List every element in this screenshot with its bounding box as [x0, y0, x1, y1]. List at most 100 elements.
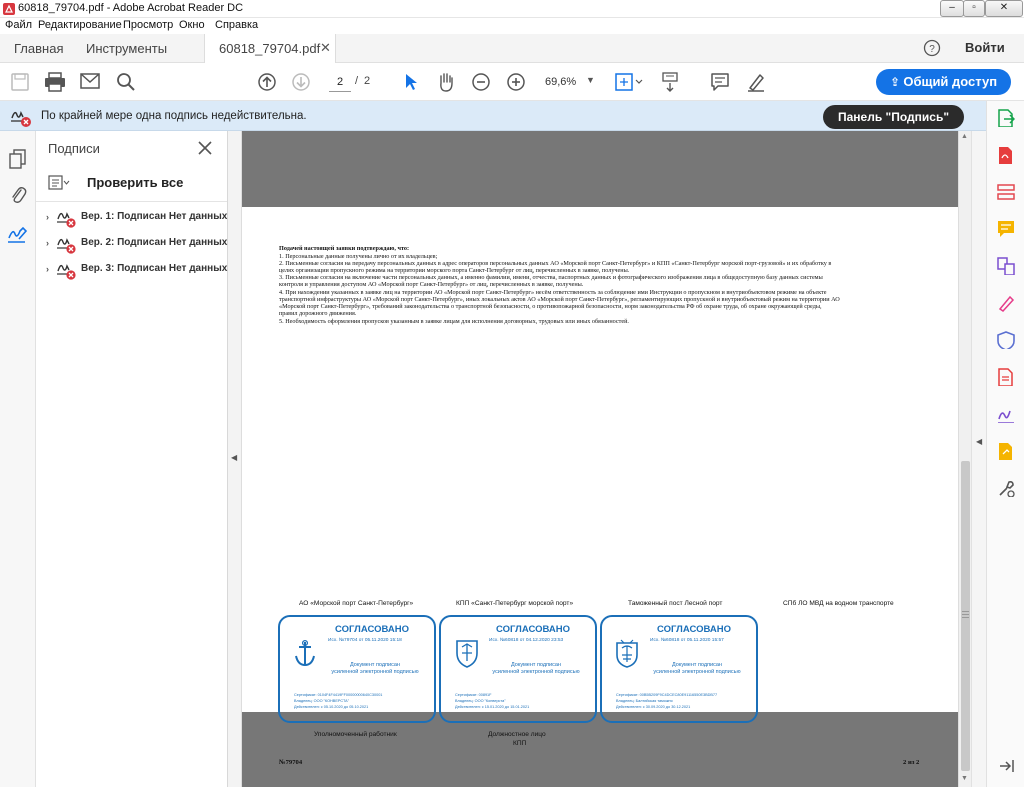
stamp-document-note: Документ подписан усиленной электронной …: [481, 662, 591, 676]
highlight-pen-icon[interactable]: [745, 71, 767, 93]
stamp-doc-line1: Документ подписан: [511, 662, 561, 668]
select-tool-icon[interactable]: [403, 72, 419, 92]
approval-stamp: СОГЛАСОВАНО Исх. №60818 от 04.12.2020 23…: [439, 615, 597, 723]
collapse-left-icon: ◀: [231, 453, 238, 462]
request-signature-icon[interactable]: [997, 405, 1015, 423]
invalid-signature-icon: [11, 110, 31, 127]
chevron-right-icon[interactable]: ›: [46, 264, 49, 274]
scroll-up-icon[interactable]: ▲: [961, 133, 968, 140]
scrollbar-thumb[interactable]: [961, 461, 970, 771]
menu-help[interactable]: Справка: [215, 19, 258, 31]
signature-item[interactable]: › Вер. 2: Подписан Нет данных: [46, 235, 227, 255]
stamp-document-note: Документ подписан усиленной электронной …: [320, 662, 430, 676]
hand-tool-icon[interactable]: [436, 71, 456, 93]
page-counter: 2 из 2: [903, 759, 920, 766]
thumb-grip: [962, 614, 969, 615]
export-pdf-icon[interactable]: [997, 109, 1015, 127]
signature-item[interactable]: › Вер. 3: Подписан Нет данных: [46, 261, 227, 281]
verify-all-button[interactable]: Проверить все: [87, 175, 183, 190]
pages-thumbnail-icon[interactable]: [9, 149, 27, 169]
compress-pdf-icon[interactable]: [997, 368, 1015, 386]
stamp-reference: Исх. №79704 от 05.11.2020 15:18: [328, 638, 402, 643]
fill-sign-icon[interactable]: [997, 294, 1015, 312]
menu-edit[interactable]: Редактирование: [38, 19, 122, 31]
port-anchor-icon: [295, 639, 315, 667]
stamp-owner: Владелец: ООО "КОНВЕРСТА": [294, 699, 350, 703]
panel-title: Подписи: [48, 141, 100, 156]
share-icon: ⇪: [889, 75, 904, 89]
menu-file[interactable]: Файл: [5, 19, 32, 31]
maximize-button[interactable]: ▫: [963, 0, 985, 17]
next-page-icon[interactable]: [291, 72, 311, 92]
previous-page-icon[interactable]: [257, 72, 277, 92]
stamp-doc-line2: усиленной электронной подписью: [653, 669, 741, 675]
zoom-out-icon[interactable]: [471, 72, 491, 92]
sign-in-link[interactable]: Войти: [965, 40, 1005, 55]
document-viewport[interactable]: Подачей настоящей заявки подтверждаю, чт…: [242, 131, 958, 787]
toolbar: 2 / 2 69,6% ▼ ⇪ Общий доступ: [0, 63, 1024, 101]
signature-notice-bar: По крайней мере одна подпись недействите…: [0, 101, 986, 131]
menu-view[interactable]: Просмотр: [123, 19, 173, 31]
window-title: 60818_79704.pdf - Adobe Acrobat Reader D…: [18, 2, 244, 14]
right-panel-collapse-handle[interactable]: ◀: [971, 131, 986, 787]
stamp-title: СОГЛАСОВАНО: [657, 624, 731, 635]
create-pdf-icon[interactable]: [997, 146, 1015, 164]
collapse-tools-icon[interactable]: [997, 757, 1015, 775]
protect-shield-icon[interactable]: [997, 331, 1015, 349]
scroll-down-icon[interactable]: ▼: [961, 775, 968, 782]
menu-window[interactable]: Окно: [179, 19, 205, 31]
chevron-right-icon[interactable]: ›: [46, 238, 49, 248]
tab-tools[interactable]: Инструменты: [86, 41, 167, 56]
approval-stamp: СОГЛАСОВАНО Исх. №60818 от 05.11.2020 15…: [600, 615, 758, 723]
comment-icon[interactable]: [710, 72, 730, 92]
stamp-title: СОГЛАСОВАНО: [335, 624, 409, 635]
print-icon[interactable]: [44, 72, 66, 92]
authorized-worker-caption: Уполномоченный работник: [314, 731, 397, 738]
share-button[interactable]: ⇪ Общий доступ: [876, 69, 1011, 95]
chevron-right-icon[interactable]: ›: [46, 212, 49, 222]
invalid-signature-icon: [57, 238, 76, 254]
send-for-review-icon[interactable]: [997, 442, 1015, 460]
signature-label: Вер. 1: Подписан Нет данных: [81, 211, 228, 222]
close-window-button[interactable]: ✕: [985, 0, 1023, 17]
approval-stamp: СОГЛАСОВАНО Исх. №79704 от 05.11.2020 15…: [278, 615, 436, 723]
email-icon[interactable]: [80, 73, 100, 89]
scroll-mode-icon[interactable]: [660, 71, 680, 93]
chevron-down-icon: ▼: [586, 75, 595, 85]
pdf-heading: Подачей настоящей заявки подтверждаю, чт…: [279, 245, 410, 252]
stamp-reference: Исх. №60818 от 05.11.2020 15:57: [650, 638, 724, 643]
tab-home[interactable]: Главная: [14, 41, 63, 56]
combine-files-icon[interactable]: [997, 257, 1015, 275]
signature-panel-icon[interactable]: [7, 223, 29, 245]
vertical-scrollbar[interactable]: ▲ ▼: [958, 131, 971, 787]
save-icon[interactable]: [10, 72, 30, 92]
left-navigation-rail: [0, 131, 36, 787]
zoom-in-icon[interactable]: [506, 72, 526, 92]
fit-page-icon[interactable]: [614, 72, 644, 92]
column-header: КПП «Санкт-Петербург морской порт»: [456, 600, 574, 607]
zoom-select[interactable]: 69,6% ▼: [540, 72, 602, 92]
customs-emblem-icon: [616, 639, 638, 668]
tab-document-label: 60818_79704.pdf: [219, 41, 321, 56]
tab-document[interactable]: 60818_79704.pdf ✕: [204, 34, 336, 63]
add-comment-icon[interactable]: [997, 220, 1015, 238]
more-tools-icon[interactable]: [997, 479, 1015, 497]
close-panel-icon[interactable]: [197, 140, 213, 156]
thumb-grip: [962, 611, 969, 612]
minimize-button[interactable]: –: [940, 0, 964, 17]
search-icon[interactable]: [116, 72, 136, 92]
help-icon[interactable]: ?: [923, 39, 941, 57]
stamp-doc-line2: усиленной электронной подписью: [331, 669, 419, 675]
options-menu-icon[interactable]: [48, 175, 70, 191]
pdf-line: правил дорожного движения.: [279, 310, 357, 317]
organize-pages-icon[interactable]: [997, 183, 1015, 201]
close-tab-icon[interactable]: ✕: [320, 40, 331, 56]
signature-panel-button[interactable]: Панель "Подпись": [823, 105, 964, 129]
left-panel-collapse-handle[interactable]: ◀: [228, 131, 242, 787]
stamp-document-note: Документ подписан усиленной электронной …: [642, 662, 752, 676]
signatures-panel: Подписи Проверить все › Вер. 1: Подписан…: [36, 131, 228, 787]
attachments-icon[interactable]: [9, 185, 27, 205]
page-number-input[interactable]: 2: [329, 72, 351, 92]
signature-item[interactable]: › Вер. 1: Подписан Нет данных: [46, 209, 228, 229]
column-header: Таможенный пост Лесной порт: [628, 600, 723, 607]
